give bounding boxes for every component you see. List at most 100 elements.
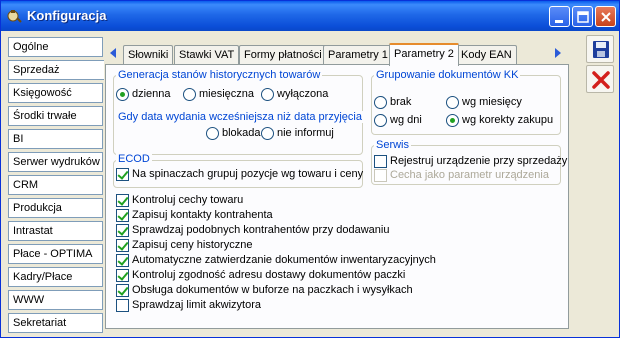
- sidebar-item-ksiegowosc[interactable]: Księgowość: [8, 83, 103, 103]
- radio-blokada[interactable]: blokada: [206, 126, 261, 140]
- check-na-spinaczach[interactable]: Na spinaczach grupuj pozycje wg towaru i…: [116, 167, 363, 181]
- sidebar-item-bi[interactable]: BI: [8, 129, 103, 149]
- tab-label: Parametry 1: [328, 49, 388, 61]
- tab-label: Parametry 2: [394, 48, 454, 60]
- radio-indicator: [206, 126, 219, 140]
- config-window: Konfiguracja Ogólne Sprzedaż Księgowość …: [0, 0, 620, 338]
- close-icon: [601, 12, 611, 22]
- window-title: Konfiguracja: [27, 8, 107, 23]
- radio-indicator: [261, 87, 274, 101]
- radio-miesieczna[interactable]: miesięczna: [183, 87, 254, 101]
- check-obsluga-buforze[interactable]: Obsługa dokumentów w buforze na paczkach…: [116, 283, 413, 297]
- radio-wg-korekty-zakupu[interactable]: wg korekty zakupu: [446, 113, 553, 127]
- checkbox-indicator: [116, 253, 129, 267]
- checkbox-indicator: [116, 223, 129, 237]
- radio-label: blokada: [222, 127, 261, 139]
- check-automatyczne-zatwierdzanie[interactable]: Automatyczne zatwierdzanie dokumentów in…: [116, 253, 436, 267]
- close-button[interactable]: [586, 65, 614, 93]
- radio-nie-informuj[interactable]: nie informuj: [261, 126, 334, 140]
- sidebar-item-sprzedaz[interactable]: Sprzedaż: [8, 60, 104, 80]
- checkbox-label: Kontroluj zgodność adresu dostawy dokume…: [132, 269, 406, 281]
- sidebar-item-label: WWW: [13, 294, 45, 306]
- checkbox-label: Kontroluj cechy towaru: [132, 194, 244, 206]
- save-button[interactable]: [586, 35, 614, 63]
- minimize-button[interactable]: [549, 6, 570, 27]
- checkbox-indicator: [116, 283, 129, 297]
- maximize-button[interactable]: [572, 6, 593, 27]
- grupowanie-label: Grupowanie dokumentów KK: [374, 69, 521, 81]
- maximize-icon: [577, 11, 589, 23]
- tab-label: Słowniki: [128, 49, 169, 61]
- sidebar-item-label: Płace - OPTIMA: [13, 248, 93, 260]
- checkbox-indicator: [116, 208, 129, 222]
- title-bar[interactable]: Konfiguracja: [1, 1, 619, 31]
- tab-stawki-vat[interactable]: Stawki VAT: [174, 45, 240, 65]
- radio-label: miesięczna: [199, 88, 255, 100]
- sidebar: Ogólne Sprzedaż Księgowość Środki trwałe…: [8, 37, 104, 336]
- checkbox-indicator: [374, 154, 387, 168]
- radio-indicator: [446, 95, 459, 109]
- radio-wg-dni[interactable]: wg dni: [374, 113, 422, 127]
- ecod-label: ECOD: [116, 153, 152, 165]
- tab-parametry-1[interactable]: Parametry 1: [323, 45, 393, 65]
- checkbox-label: Zapisuj kontakty kontrahenta: [132, 209, 273, 221]
- sidebar-item-intrastat[interactable]: Intrastat: [8, 221, 103, 241]
- sidebar-item-label: Sprzedaż: [13, 64, 60, 76]
- checkbox-indicator: [116, 298, 129, 312]
- sidebar-item-sekretariat[interactable]: Sekretariat: [8, 313, 103, 333]
- radio-indicator: [261, 126, 274, 140]
- sidebar-item-crm[interactable]: CRM: [8, 175, 103, 195]
- check-kontroluj-adres[interactable]: Kontroluj zgodność adresu dostawy dokume…: [116, 268, 405, 282]
- save-icon: [593, 41, 609, 58]
- sidebar-item-label: Kadry/Płace: [13, 271, 73, 283]
- sidebar-item-label: Serwer wydruków: [13, 156, 100, 168]
- sidebar-item-place-optima[interactable]: Płace - OPTIMA: [8, 244, 103, 264]
- tab-slowniki[interactable]: Słowniki: [123, 45, 174, 65]
- close-x-icon: [592, 71, 610, 89]
- radio-label: wg korekty zakupu: [462, 114, 554, 126]
- tab-scroll-left-icon[interactable]: [108, 47, 118, 59]
- radio-dzienna[interactable]: dzienna: [116, 87, 171, 101]
- close-window-button[interactable]: [595, 6, 616, 27]
- tab-strip: Słowniki Stawki VAT Formy płatności Para…: [105, 43, 563, 66]
- generacja-label: Generacja stanów historycznych towarów: [116, 69, 323, 81]
- tab-label: Stawki VAT: [179, 49, 235, 61]
- sidebar-item-label: Produkcja: [13, 202, 62, 214]
- sidebar-item-produkcja[interactable]: Produkcja: [8, 198, 103, 218]
- app-icon: [7, 10, 22, 23]
- data-wydania-label: Gdy data wydania wcześniejsza niż data p…: [116, 111, 364, 123]
- sidebar-item-srodki-trwale[interactable]: Środki trwałe: [8, 106, 103, 126]
- radio-label: dzienna: [132, 88, 171, 100]
- check-zapisuj-kontakty[interactable]: Zapisuj kontakty kontrahenta: [116, 208, 273, 222]
- radio-indicator: [374, 113, 387, 127]
- radio-wylaczona[interactable]: wyłączona: [261, 87, 328, 101]
- checkbox-indicator: [116, 238, 129, 252]
- radio-label: brak: [390, 96, 412, 108]
- check-zapisuj-ceny[interactable]: Zapisuj ceny historyczne: [116, 238, 252, 252]
- check-sprawdzaj-podobnych[interactable]: Sprawdzaj podobnych kontrahentów przy do…: [116, 223, 389, 237]
- tab-label: Kody EAN: [461, 49, 512, 61]
- sidebar-item-www[interactable]: WWW: [8, 290, 103, 310]
- tab-parametry-2[interactable]: Parametry 2: [389, 43, 459, 66]
- radio-indicator: [374, 95, 387, 109]
- radio-wg-miesiecy[interactable]: wg miesięcy: [446, 95, 522, 109]
- radio-brak[interactable]: brak: [374, 95, 411, 109]
- check-limit-akwizytora[interactable]: Sprawdzaj limit akwizytora: [116, 298, 261, 312]
- sidebar-item-label: CRM: [13, 179, 39, 191]
- radio-indicator: [183, 87, 196, 101]
- sidebar-item-label: Środki trwałe: [13, 110, 77, 122]
- radio-label: wyłączona: [277, 88, 329, 100]
- tab-kody-ean[interactable]: Kody EAN: [456, 45, 517, 65]
- sidebar-item-serwer-wydrukow[interactable]: Serwer wydruków: [8, 152, 103, 172]
- checkbox-label: Sprawdzaj limit akwizytora: [132, 299, 261, 311]
- check-kontroluj-cechy[interactable]: Kontroluj cechy towaru: [116, 193, 243, 207]
- checkbox-label: Automatyczne zatwierdzanie dokumentów in…: [132, 254, 436, 266]
- sidebar-item-kadry-place[interactable]: Kadry/Płace: [8, 267, 103, 287]
- sidebar-item-ogolne[interactable]: Ogólne: [8, 37, 103, 57]
- checkbox-label: Rejestruj urządzenie przy sprzedaży: [390, 155, 568, 167]
- tab-label: Formy płatności: [244, 49, 322, 61]
- check-rejestruj-urzadzenie[interactable]: Rejestruj urządzenie przy sprzedaży: [374, 154, 567, 168]
- checkbox-label: Na spinaczach grupuj pozycje wg towaru i…: [132, 168, 364, 180]
- tab-formy-platnosci[interactable]: Formy płatności: [239, 45, 327, 65]
- tab-scroll-right-icon[interactable]: [553, 47, 563, 59]
